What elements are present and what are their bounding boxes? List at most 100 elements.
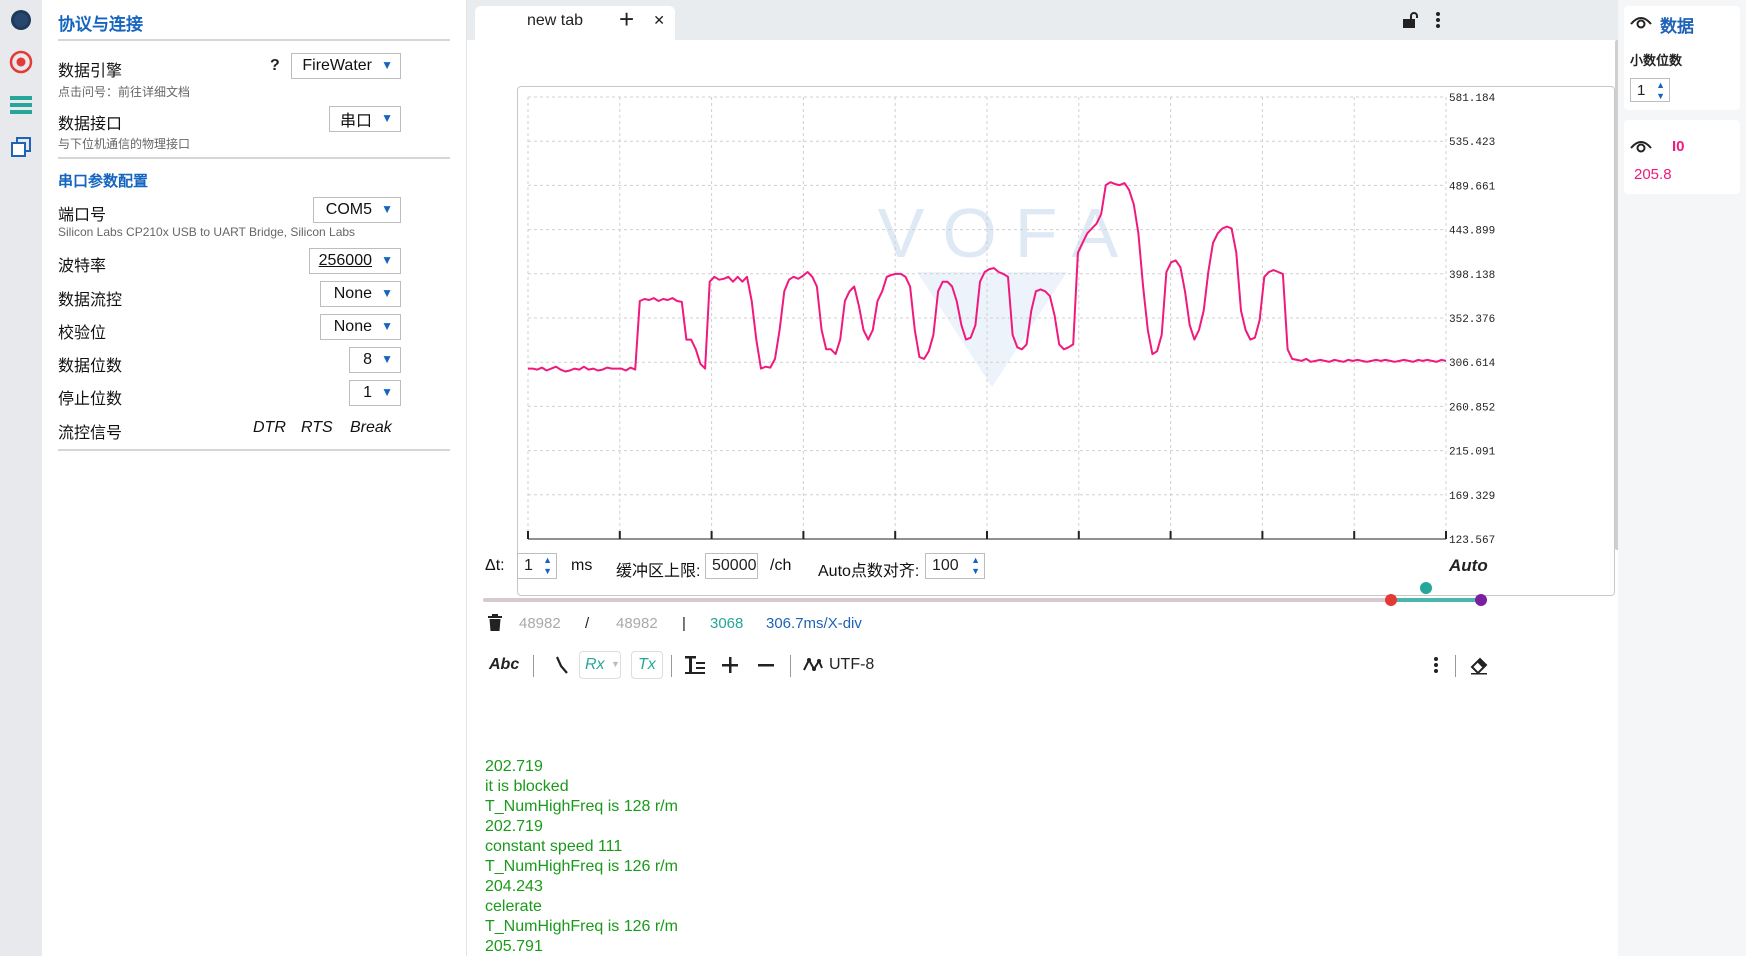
interface-label: 数据接口 bbox=[58, 116, 123, 133]
rx-label: Rx bbox=[585, 656, 605, 673]
interface-sub: 与下位机通信的物理接口 bbox=[58, 137, 191, 151]
decimals-input[interactable]: 1 ▲ ▼ bbox=[1630, 78, 1670, 102]
channel-card[interactable]: I0 205.8 bbox=[1624, 120, 1740, 194]
panel-title: 数据 bbox=[1660, 17, 1694, 36]
port-select[interactable]: COM5 ▼ bbox=[313, 197, 401, 223]
spinner-arrows-icon[interactable]: ▲ ▼ bbox=[971, 555, 980, 577]
zoom-in-icon[interactable] bbox=[721, 656, 739, 679]
range-end-handle[interactable] bbox=[1475, 594, 1487, 606]
received-count: 48982 bbox=[519, 615, 561, 632]
flow-ctrl-select[interactable]: None ▼ bbox=[320, 281, 401, 307]
points-count: 3068 bbox=[710, 615, 744, 632]
help-icon[interactable]: ? bbox=[270, 57, 280, 75]
record-icon[interactable] bbox=[5, 46, 37, 78]
eye-icon[interactable] bbox=[1630, 138, 1652, 159]
chevron-down-icon: ▼ bbox=[381, 385, 393, 399]
y-tick-label: 398.138 bbox=[1449, 270, 1495, 282]
parity-select[interactable]: None ▼ bbox=[320, 314, 401, 340]
buffer-label: 缓冲区上限: bbox=[616, 563, 701, 580]
console-line: T_NumHighFreq is 126 r/m bbox=[485, 918, 678, 935]
waveform-icon[interactable] bbox=[803, 656, 823, 679]
databits-select[interactable]: 8 ▼ bbox=[349, 347, 401, 373]
spinner-arrows-icon[interactable]: ▲ ▼ bbox=[543, 555, 552, 577]
dt-input[interactable]: 1 ▲ ▼ bbox=[517, 553, 557, 579]
chevron-down-icon: ▼ bbox=[381, 202, 393, 216]
engine-select-value: FireWater bbox=[302, 57, 372, 74]
y-tick-label: 123.567 bbox=[1449, 535, 1495, 547]
range-slider-track[interactable] bbox=[483, 598, 1481, 602]
tx-toggle[interactable]: Tx bbox=[631, 651, 663, 679]
hook-icon[interactable] bbox=[555, 656, 569, 679]
flow-ctrl-label: 数据流控 bbox=[58, 292, 123, 309]
port-sub: Silicon Labs CP210x USB to UART Bridge, … bbox=[58, 225, 356, 239]
console-line: 202.719 bbox=[485, 758, 543, 775]
buffer-unit: /ch bbox=[770, 557, 792, 574]
auto-align-value: 100 bbox=[932, 557, 959, 574]
stopbits-select-value: 1 bbox=[363, 384, 372, 401]
range-center-handle[interactable] bbox=[1420, 582, 1432, 594]
close-icon[interactable]: ✕ bbox=[653, 12, 665, 29]
eraser-icon[interactable] bbox=[1469, 655, 1489, 680]
toolbar-separator bbox=[1455, 655, 1456, 677]
tab-new[interactable]: new tab ✕ bbox=[475, 6, 675, 40]
waveform-chart[interactable]: VOFA 581.184 535.423 489.661 443.899 398.138 3… bbox=[518, 87, 1616, 597]
lock-icon[interactable] bbox=[1401, 11, 1419, 34]
stats-slash: / bbox=[585, 615, 590, 632]
y-tick-label: 535.423 bbox=[1449, 137, 1495, 149]
divider bbox=[58, 39, 450, 41]
tx-label: Tx bbox=[638, 656, 656, 673]
port-select-value: COM5 bbox=[325, 201, 372, 218]
engine-select[interactable]: FireWater ▼ bbox=[291, 53, 401, 79]
section-title-serial: 串口参数配置 bbox=[58, 173, 149, 190]
encoding-select[interactable]: UTF-8 bbox=[829, 656, 874, 674]
channel-value: 205.8 bbox=[1634, 166, 1672, 183]
engine-sub: 点击问号：前往详细文档 bbox=[58, 85, 191, 99]
interface-select[interactable]: 串口 ▼ bbox=[329, 106, 401, 132]
add-tab-button[interactable]: + bbox=[619, 4, 634, 34]
toolbar-separator bbox=[671, 655, 672, 677]
text-format-icon[interactable] bbox=[685, 656, 705, 679]
time-per-div: 306.7ms/X-div bbox=[766, 615, 862, 632]
data-panel: 数据 小数位数 1 ▲ ▼ I0 205.8 bbox=[1618, 0, 1746, 956]
connection-status-icon[interactable] bbox=[5, 4, 37, 36]
parity-label: 校验位 bbox=[58, 325, 107, 342]
list-icon[interactable] bbox=[5, 89, 37, 121]
range-start-handle[interactable] bbox=[1385, 594, 1397, 606]
icon-rail bbox=[0, 0, 42, 956]
baud-select[interactable]: 256000 ▼ bbox=[309, 248, 401, 274]
buffer-input[interactable]: 50000 bbox=[705, 553, 758, 579]
dtr-toggle[interactable]: DTR bbox=[253, 419, 286, 437]
auto-align-input[interactable]: 100 ▲ ▼ bbox=[925, 553, 985, 579]
engine-label: 数据引擎 bbox=[58, 63, 123, 80]
baud-select-value: 256000 bbox=[318, 252, 372, 269]
toolbar-separator bbox=[533, 655, 534, 677]
zoom-out-icon[interactable] bbox=[757, 656, 775, 679]
break-toggle[interactable]: Break bbox=[350, 419, 392, 437]
eye-icon[interactable] bbox=[1630, 14, 1652, 35]
auto-button[interactable]: Auto bbox=[1449, 556, 1488, 576]
more-vertical-icon[interactable] bbox=[1435, 11, 1441, 34]
console-line: constant speed 111 bbox=[485, 838, 623, 855]
windows-icon[interactable] bbox=[5, 131, 37, 163]
abc-button[interactable]: Abc bbox=[489, 656, 519, 674]
port-label: 端口号 bbox=[58, 207, 107, 224]
databits-select-value: 8 bbox=[363, 351, 372, 368]
rx-toggle[interactable]: Rx ▼ bbox=[579, 651, 621, 679]
plot-frame[interactable]: VOFA 581.184 535.423 489.661 443.899 398.138 3… bbox=[517, 86, 1615, 596]
more-vertical-icon[interactable] bbox=[1433, 656, 1439, 679]
trash-icon[interactable] bbox=[487, 614, 503, 637]
console-output[interactable]: 202.719 it is blocked T_NumHighFreq is 128… bbox=[485, 757, 1585, 956]
rts-toggle[interactable]: RTS bbox=[301, 419, 333, 437]
y-tick-label: 581.184 bbox=[1449, 93, 1496, 105]
databits-label: 数据位数 bbox=[58, 358, 123, 375]
y-tick-label: 306.614 bbox=[1449, 358, 1496, 370]
chevron-down-icon: ▼ bbox=[381, 352, 393, 366]
dt-value: 1 bbox=[524, 557, 533, 574]
spinner-arrows-icon[interactable]: ▲ ▼ bbox=[1656, 80, 1665, 102]
y-tick-label: 169.329 bbox=[1449, 491, 1495, 503]
decimals-label: 小数位数 bbox=[1630, 53, 1683, 68]
range-slider-selection bbox=[1391, 598, 1481, 602]
y-tick-label: 260.852 bbox=[1449, 402, 1495, 414]
chevron-down-icon: ▼ bbox=[381, 111, 393, 125]
stopbits-select[interactable]: 1 ▼ bbox=[349, 380, 401, 406]
